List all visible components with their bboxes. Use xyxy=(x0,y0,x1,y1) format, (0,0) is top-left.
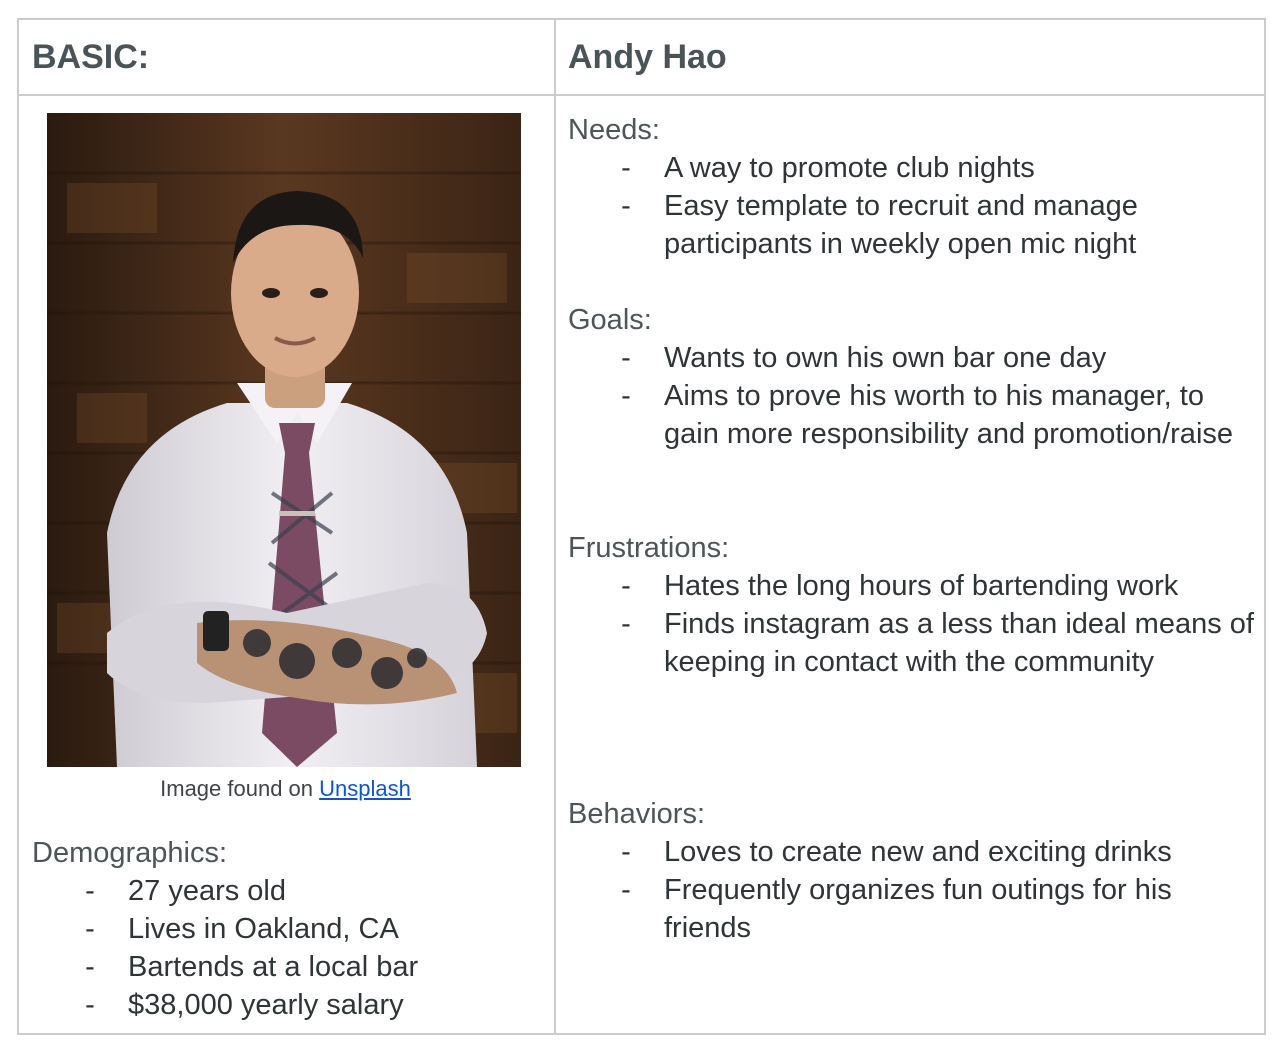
bullet-dash: - xyxy=(85,989,95,1021)
demographics-list: - 27 years old - Lives in Oakland, CA - Bar… xyxy=(32,872,542,1024)
list-item-text: Aims to prove his worth to his manager, … xyxy=(664,380,1234,450)
list-item: - A way to promote club nights xyxy=(568,149,1258,187)
bullet-dash: - xyxy=(85,913,95,945)
list-item: - Easy template to recruit and manage par… xyxy=(568,187,1258,263)
behaviors-title: Behaviors: xyxy=(568,798,706,830)
list-item-text: Bartends at a local bar xyxy=(128,951,419,983)
bullet-dash: - xyxy=(621,190,631,222)
caption-text: Image found on xyxy=(160,776,320,801)
list-item: - Lives in Oakland, CA xyxy=(32,910,542,948)
bullet-dash: - xyxy=(621,380,631,412)
persona-photo xyxy=(47,113,521,767)
list-item-text: Lives in Oakland, CA xyxy=(128,913,399,945)
list-item-text: Wants to own his own bar one day xyxy=(664,342,1107,374)
list-item: - Loves to create new and exciting drinks xyxy=(568,833,1258,871)
needs-title: Needs: xyxy=(568,114,660,146)
persona-table: BASIC: Andy Hao Image found on Unsplash … xyxy=(17,18,1266,1035)
row-divider xyxy=(19,94,1264,96)
goals-list: - Wants to own his own bar one day - Aims … xyxy=(568,339,1258,453)
list-item: - Bartends at a local bar xyxy=(32,948,542,986)
demographics-title: Demographics: xyxy=(32,837,228,869)
bullet-dash: - xyxy=(85,875,95,907)
list-item-text: Finds instagram as a less than ideal mea… xyxy=(664,608,1254,678)
bullet-dash: - xyxy=(621,152,631,184)
list-item-text: 27 years old xyxy=(128,875,286,907)
bullet-dash: - xyxy=(621,608,631,640)
list-item-text: Easy template to recruit and manage part… xyxy=(664,190,1138,260)
column-divider xyxy=(554,20,556,1033)
list-item: - $38,000 yearly salary xyxy=(32,986,542,1024)
behaviors-section: Behaviors: - Loves to create new and exci… xyxy=(568,795,1258,947)
bullet-dash: - xyxy=(85,951,95,983)
photo-caption: Image found on Unsplash xyxy=(19,776,552,802)
list-item: - Wants to own his own bar one day xyxy=(568,339,1258,377)
frustrations-list: - Hates the long hours of bartending work… xyxy=(568,567,1258,681)
list-item-text: Frequently organizes fun outings for his… xyxy=(664,874,1172,944)
list-item-text: A way to promote club nights xyxy=(664,152,1035,184)
needs-section: Needs: - A way to promote club nights - Ea… xyxy=(568,111,1258,263)
list-item: - Frequently organizes fun outings for hi… xyxy=(568,871,1258,947)
basic-header: BASIC: xyxy=(32,37,150,76)
list-item: - Hates the long hours of bartending work xyxy=(568,567,1258,605)
needs-list: - A way to promote club nights - Easy temp… xyxy=(568,149,1258,263)
list-item: - Finds instagram as a less than ideal me… xyxy=(568,605,1258,681)
list-item: - 27 years old xyxy=(32,872,542,910)
list-item: - Aims to prove his worth to his manager,… xyxy=(568,377,1258,453)
behaviors-list: - Loves to create new and exciting drinks… xyxy=(568,833,1258,947)
list-item-text: Hates the long hours of bartending work xyxy=(664,570,1179,602)
list-item-text: $38,000 yearly salary xyxy=(128,989,404,1021)
frustrations-title: Frustrations: xyxy=(568,532,730,564)
bullet-dash: - xyxy=(621,570,631,602)
bullet-dash: - xyxy=(621,342,631,374)
bullet-dash: - xyxy=(621,836,631,868)
persona-name: Andy Hao xyxy=(568,37,727,76)
list-item-text: Loves to create new and exciting drinks xyxy=(664,836,1172,868)
demographics-section: Demographics: - 27 years old - Lives in Oa… xyxy=(32,834,542,1024)
goals-title: Goals: xyxy=(568,304,652,336)
bullet-dash: - xyxy=(621,874,631,906)
goals-section: Goals: - Wants to own his own bar one day… xyxy=(568,301,1258,453)
unsplash-link[interactable]: Unsplash xyxy=(319,776,411,801)
frustrations-section: Frustrations: - Hates the long hours of b… xyxy=(568,529,1258,681)
